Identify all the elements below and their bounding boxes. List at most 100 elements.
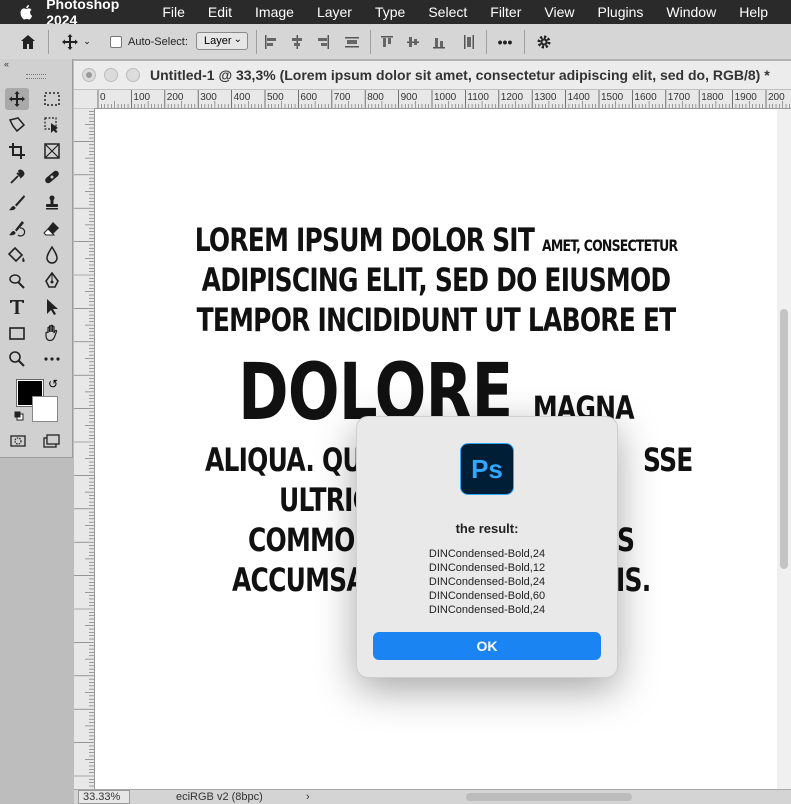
ruler-label: 1200 — [501, 92, 524, 103]
move-icon — [62, 33, 79, 50]
home-button[interactable] — [16, 24, 40, 59]
stamp-icon — [46, 195, 58, 210]
status-bar: 33.33% eciRGB v2 (8bpc) › — [74, 789, 791, 804]
panel-grip[interactable] — [26, 74, 46, 79]
move-tool[interactable] — [5, 88, 29, 110]
horizontal-scrollbar-thumb[interactable] — [466, 793, 632, 801]
eraser-icon — [43, 222, 59, 236]
dodge-tool[interactable] — [5, 270, 29, 292]
clone-stamp-tool[interactable] — [40, 192, 64, 214]
distribute-v-button[interactable] — [462, 24, 476, 59]
screen-mode-icon — [43, 434, 60, 448]
ok-button[interactable]: OK — [373, 632, 601, 660]
quick-mask-button[interactable] — [6, 430, 30, 452]
menu-image[interactable]: Image — [255, 4, 294, 20]
tools-panel: « ↺ — [0, 59, 73, 458]
close-document-button[interactable] — [82, 68, 96, 82]
ruler-label: 1100 — [467, 92, 489, 103]
ruler-label: 200 — [768, 92, 785, 103]
align-top-button[interactable] — [380, 24, 394, 59]
crop-tool[interactable] — [5, 140, 29, 162]
rectangle-tool[interactable] — [5, 322, 29, 344]
swap-colors-icon[interactable]: ↺ — [48, 377, 58, 391]
align-top-icon — [381, 35, 393, 47]
object-selection-tool[interactable] — [40, 114, 64, 136]
healing-brush-tool[interactable] — [40, 166, 64, 188]
eraser-tool[interactable] — [40, 218, 64, 240]
zoom-level-field[interactable]: 33.33% — [78, 790, 130, 804]
zoom-tool[interactable] — [5, 348, 29, 370]
background-color-swatch[interactable] — [32, 396, 58, 422]
hand-tool[interactable] — [40, 322, 64, 344]
history-brush-tool[interactable] — [5, 218, 29, 240]
menu-plugins[interactable]: Plugins — [597, 4, 643, 20]
distribute-h-button[interactable] — [344, 24, 360, 59]
frame-tool[interactable] — [40, 140, 64, 162]
menu-filter[interactable]: Filter — [490, 4, 521, 20]
minimize-document-button[interactable] — [104, 68, 118, 82]
lasso-tool[interactable] — [5, 114, 29, 136]
result-alert-dialog: Ps the result: DINCondensed-Bold,24 DINC… — [356, 416, 618, 678]
ruler-origin[interactable] — [74, 90, 95, 109]
menu-view[interactable]: View — [544, 4, 574, 20]
apple-icon[interactable] — [20, 4, 33, 20]
text-line-8-right: IS. — [616, 561, 651, 599]
menu-type[interactable]: Type — [375, 4, 405, 20]
document-title-bar[interactable]: Untitled-1 @ 33,3% (Lorem ipsum dolor si… — [74, 61, 791, 90]
align-middle-v-button[interactable] — [406, 24, 420, 59]
move-tool-preset-button[interactable]: ⌄ — [58, 24, 94, 59]
separator — [48, 30, 49, 54]
status-info-arrow-icon[interactable]: › — [306, 790, 310, 804]
type-tool[interactable] — [5, 296, 29, 318]
ruler-label: 1600 — [634, 92, 657, 103]
settings-button[interactable] — [534, 24, 554, 59]
zoom-document-button[interactable] — [126, 68, 140, 82]
paint-bucket-tool[interactable] — [5, 244, 29, 266]
color-profile-info[interactable]: eciRGB v2 (8bpc) — [176, 790, 263, 804]
eyedropper-tool[interactable] — [5, 166, 29, 188]
vertical-ruler[interactable] — [74, 108, 95, 789]
auto-select-target-select[interactable]: Layer ⌄ — [196, 32, 248, 50]
menu-help[interactable]: Help — [739, 4, 768, 20]
menu-file[interactable]: File — [162, 4, 185, 20]
ruler-label: 0 — [100, 92, 106, 103]
text-line-1-small: AMET, CONSECTETUR — [541, 236, 678, 255]
text-line-7-right: S — [617, 521, 635, 559]
horizontal-ruler[interactable]: 0 100 200 300 400 500 600 700 800 900 1000 1100 1200… — [94, 90, 791, 109]
ruler-label: 600 — [300, 92, 317, 103]
default-colors-icon[interactable] — [14, 411, 24, 421]
chevron-down-icon: ⌄ — [233, 34, 242, 45]
menu-select[interactable]: Select — [428, 4, 467, 20]
align-bottom-button[interactable] — [432, 24, 446, 59]
align-right-button[interactable] — [316, 24, 330, 59]
brush-tool[interactable] — [5, 192, 29, 214]
checkbox-box — [110, 35, 122, 48]
path-selection-tool[interactable] — [40, 296, 64, 318]
blur-tool[interactable] — [40, 244, 64, 266]
ruler-label: 900 — [401, 92, 418, 103]
text-line-8-left: ACCUMSA — [232, 561, 366, 599]
more-options-button[interactable]: ••• — [494, 24, 516, 59]
align-center-h-button[interactable] — [290, 24, 304, 59]
edit-toolbar-button[interactable] — [40, 348, 64, 370]
options-bar: ⌄ Auto-Select: ••• — [0, 24, 791, 60]
pen-tool[interactable] — [40, 270, 64, 292]
quick-mask-icon — [10, 435, 26, 447]
menu-layer[interactable]: Layer — [317, 4, 352, 20]
menu-edit[interactable]: Edit — [208, 4, 232, 20]
menu-window[interactable]: Window — [666, 4, 716, 20]
auto-select-checkbox[interactable]: Auto-Select: — [110, 24, 188, 59]
ruler-label: 200 — [167, 92, 184, 103]
ruler-label: 1400 — [568, 92, 591, 103]
vertical-scrollbar-thumb[interactable] — [780, 309, 788, 569]
screen-mode-button[interactable] — [40, 430, 64, 452]
hand-icon — [45, 324, 58, 342]
dialog-message: DINCondensed-Bold,24 DINCondensed-Bold,1… — [357, 547, 617, 617]
distribute-h-icon — [345, 36, 359, 47]
align-left-button[interactable] — [264, 24, 278, 59]
frame-icon — [44, 143, 60, 159]
result-line: DINCondensed-Bold,24 — [428, 548, 546, 560]
marquee-tool[interactable] — [40, 88, 64, 110]
vertical-scrollbar[interactable] — [777, 109, 791, 789]
collapse-panel-icon[interactable]: « — [4, 59, 9, 69]
